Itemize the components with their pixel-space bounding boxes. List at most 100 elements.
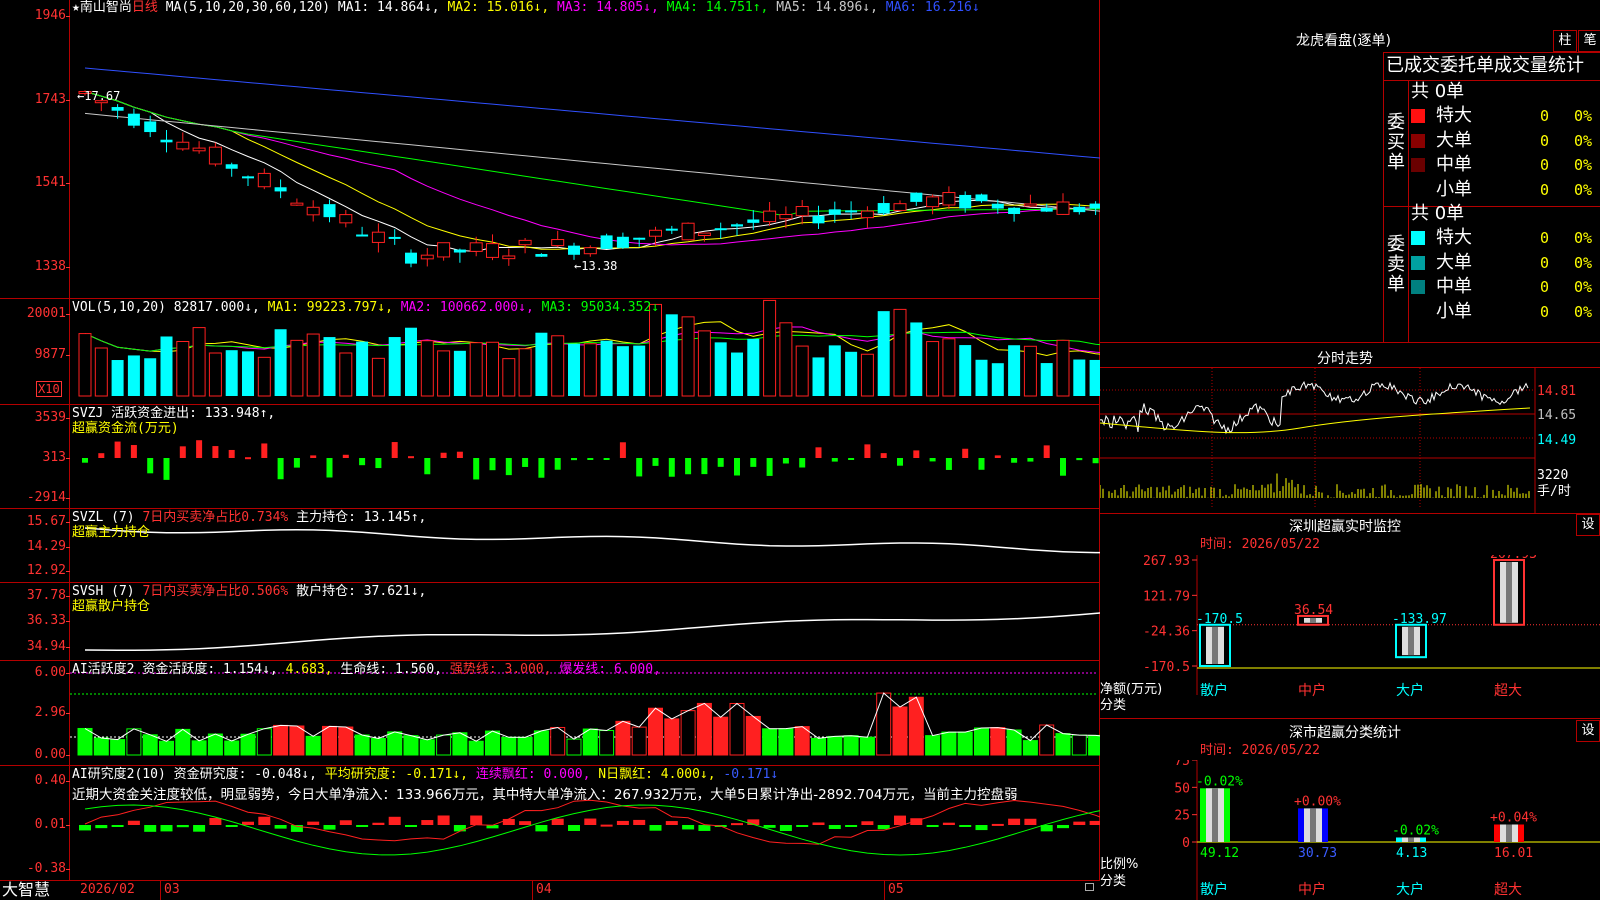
research-bar [160,825,173,832]
monitor-ylabel2: 分类 [1100,698,1127,713]
vol-bar [453,350,466,396]
svzl-label[interactable]: SVZL (7) [72,510,135,525]
candle-up [192,147,206,152]
divider [1100,513,1600,514]
flow-bar [1043,445,1050,458]
activity-bar [126,728,142,756]
vol-bar [1056,339,1070,397]
y-tick [66,713,70,714]
vol-bar [649,303,662,397]
fenshi-chart[interactable] [1100,368,1600,513]
classify-settings-button[interactable]: 设 [1576,720,1600,742]
lhb-row-name: 小单 [1436,178,1472,200]
activity-bar [745,715,761,756]
classify-chart: 75 50 25 0 -0.02% 49.12 散户 +0.00% 30.73 中户 -0.02% 4… [1174,760,1600,900]
flow-bar [619,442,626,458]
y-tick-label: 121.79 [1143,589,1190,604]
candle-up [893,203,907,211]
vol-bar [242,351,254,396]
research-bar [551,818,564,825]
candle-down [388,236,401,239]
candle-down [225,164,238,169]
flow-bar [587,458,594,460]
flow-bar [734,458,740,476]
period-label[interactable]: 日线 [132,0,158,15]
monitor-title: 深圳超赢实时监控 [1289,519,1401,535]
activity-bar [305,735,321,756]
svsh-label[interactable]: SVSH (7) [72,584,135,599]
flow-bar [408,456,414,459]
y-tick-label: 6.00 [34,665,66,680]
candle-down [1040,207,1053,212]
y-tick [66,647,70,648]
flow-bar [359,458,366,466]
lhb-side-label: 委买单 [1387,112,1405,173]
candle-down [633,237,646,240]
flow-bar [831,458,838,462]
candle-down [1008,207,1021,215]
vol-bar [306,333,320,397]
y-tick [66,16,70,17]
chart-canvas[interactable]: ←17.67 ←13.38 [0,0,1100,880]
vol-bar [1008,345,1021,396]
lhb-color-swatch [1411,158,1425,172]
lock-icon[interactable] [1085,883,1094,891]
lhb-row-value: 0 [1540,131,1550,150]
ai2-label[interactable]: AI研究度2(10) [72,767,166,782]
star-icon[interactable]: ★ [72,0,80,15]
research-bar [193,825,206,832]
flow-bar [277,458,284,480]
vol-bar [795,345,809,397]
lhb-row-value: 0 [1540,156,1550,174]
candle-up [306,206,320,216]
flow-bar [228,449,235,458]
research-bar [796,825,809,827]
vol-header: VOL(5,10,20) 82817.000↓, MA1: 99223.797↓… [72,300,659,316]
flow-bar [196,440,203,458]
stock-name[interactable]: 南山智尚 [80,0,132,15]
vol-label[interactable]: VOL(5,10,20) [72,300,166,315]
vol-bar [731,352,743,396]
monitor-settings-button[interactable]: 设 [1576,514,1600,536]
flow-bar [815,447,822,458]
bar-mode-button[interactable]: 柱 [1553,30,1577,52]
y-tick-label: 1946 [34,8,66,23]
flow-bar [848,458,855,460]
vol-bar [877,311,890,396]
research-bar [176,825,189,828]
ai1-label[interactable]: AI活跃度2 [72,662,134,677]
lhb-row-name: 大单 [1436,251,1472,273]
x-divider [532,880,533,900]
flow-bar [473,458,480,480]
research-bar [127,820,140,825]
flow-bar [1092,458,1099,464]
activity-bar [419,739,435,756]
ma-line [84,91,1100,252]
activity-bar [876,692,892,756]
candle-down [910,192,923,202]
research-bar [111,825,124,827]
flow-bar [1027,458,1034,462]
research-bar [258,816,271,825]
svsh-sub: 超赢散户持仓 [72,599,151,614]
activity-bar [142,734,158,756]
research-bar [1073,821,1086,825]
ai2-t3: 连续飘红: 0.000, [475,767,591,782]
lhb-total: 共 0单 [1411,81,1465,102]
x-label: 03 [164,882,180,897]
y-tick-label: 12.92 [26,563,66,578]
y-tick [66,673,70,674]
vol-bar [1073,359,1086,396]
vol-bar [697,330,711,397]
app-name: 大智慧 [2,880,51,899]
tick-mode-button[interactable]: 笔 [1578,30,1600,52]
vol-bar [535,332,548,396]
candle-down [535,254,548,257]
activity-bar [990,727,1006,756]
y-tick-label: 0 [1182,836,1190,851]
lhb-row-value: 0 [1540,278,1550,296]
svzj-label[interactable]: SVZJ [72,406,103,421]
classify-change-label: +0.00% [1294,794,1341,809]
vol-bar [290,339,304,397]
activity-bar [207,733,223,756]
